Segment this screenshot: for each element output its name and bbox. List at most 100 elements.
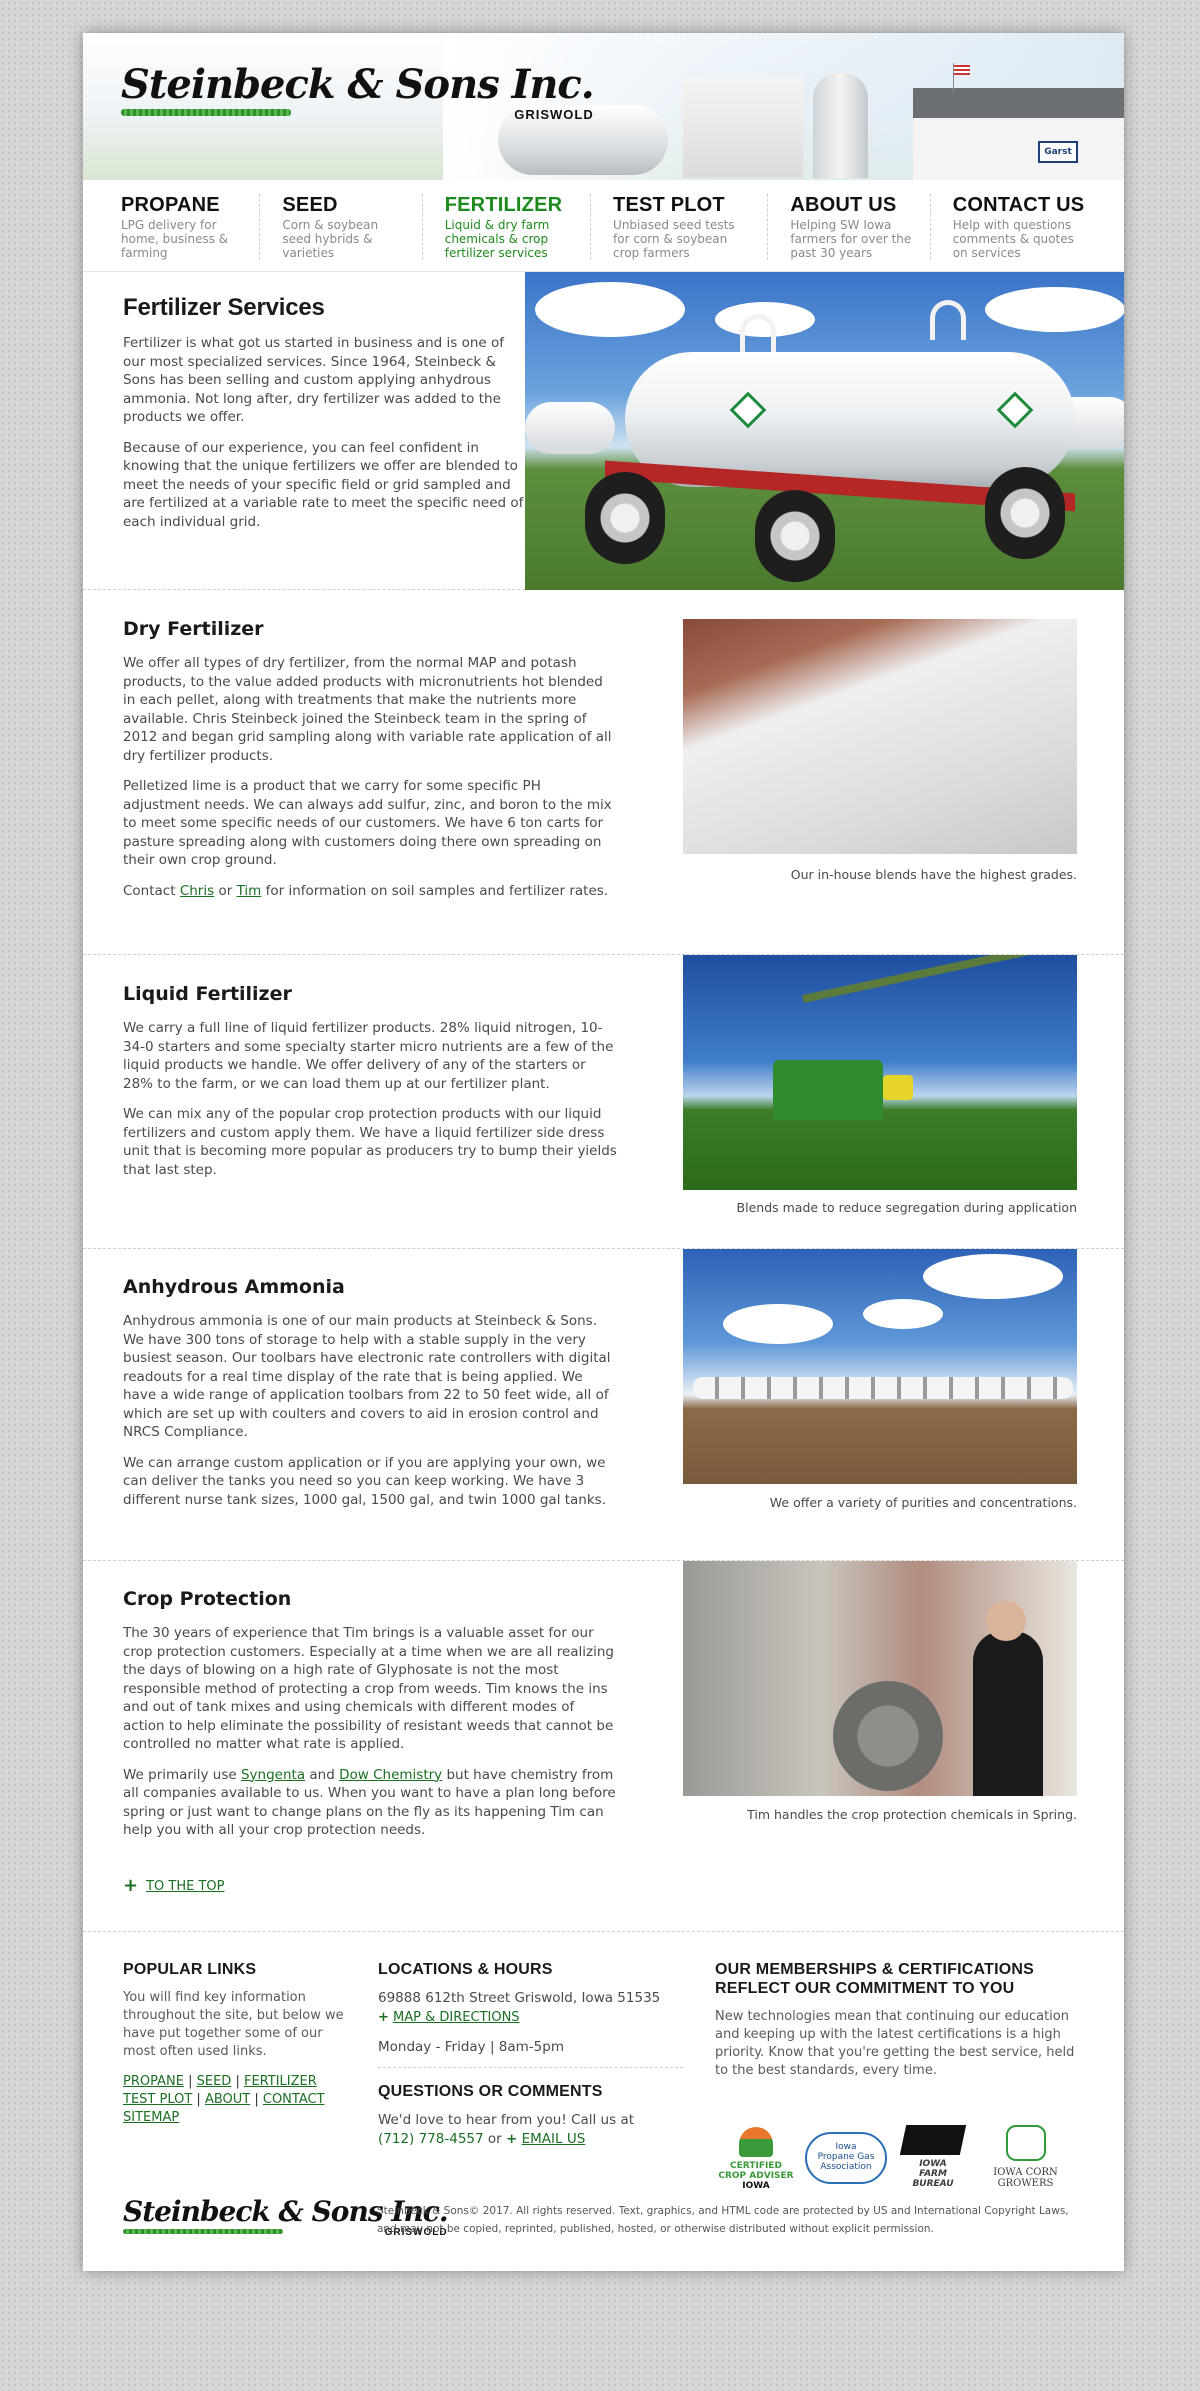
dow-chemistry-link[interactable]: Dow Chemistry	[339, 1767, 442, 1783]
footer-heading: OUR MEMBERSHIPS & CERTIFICATIONS REFLECT…	[715, 1961, 1035, 1997]
photo-caption: Tim handles the crop protection chemical…	[747, 1807, 1077, 1822]
tank-wheel	[755, 490, 835, 582]
text: for information on soil samples and fert…	[265, 882, 609, 899]
nav-desc: Liquid & dry farm chemicals & crop ferti…	[444, 218, 550, 260]
cloud	[863, 1299, 943, 1329]
page-title: Fertilizer Services	[123, 294, 325, 321]
photo-caption: Blends made to reduce segregation during…	[736, 1200, 1077, 1215]
plus-icon: +	[506, 2131, 518, 2147]
equipment-wheel	[833, 1681, 943, 1791]
footer-link-about[interactable]: ABOUT	[205, 2092, 250, 2107]
nav-title: CONTACT US	[952, 194, 1085, 216]
hero-photo-anhydrous-tank	[525, 272, 1124, 590]
footer-link-propane[interactable]: PROPANE	[123, 2074, 184, 2089]
cloud	[923, 1254, 1063, 1299]
section-paragraph: We carry a full line of liquid fertilize…	[123, 1020, 614, 1092]
hero-section: Fertilizer Services Fertilizer is what g…	[83, 272, 1124, 590]
nav-desc: Corn & soybean seed hybrids & varieties	[282, 218, 379, 260]
hours: Monday - Friday | 8am-5pm	[378, 2039, 564, 2055]
main-nav: PROPANE LPG delivery for home, business …	[83, 180, 1124, 272]
section-text: Dry Fertilizer We offer all types of dry…	[123, 618, 618, 912]
site-footer: POPULAR LINKS You will find key informat…	[83, 1931, 1124, 2271]
nav-title: TEST PLOT	[613, 194, 725, 216]
footer-link-seed[interactable]: SEED	[197, 2074, 232, 2089]
logo-text: IOWA	[919, 2159, 947, 2169]
farm-bureau-icon	[899, 2125, 967, 2155]
map-directions-line: + MAP & DIRECTIONS	[378, 2008, 683, 2027]
photo-caption: Our in-house blends have the highest gra…	[790, 867, 1077, 882]
map-directions-link[interactable]: MAP & DIRECTIONS	[393, 2010, 520, 2025]
nav-fertilizer[interactable]: FERTILIZER Liquid & dry farm chemicals &…	[444, 194, 592, 260]
dry-fertilizer-photo	[683, 619, 1077, 854]
text: We primarily use	[123, 1766, 237, 1783]
to-the-top-label[interactable]: TO THE TOP	[146, 1879, 224, 1894]
footer-link-fertilizer[interactable]: FERTILIZER	[244, 2074, 317, 2089]
questions-text: We'd love to hear from you! Call us at (…	[378, 2111, 683, 2149]
phone-number[interactable]: (712) 778-4557	[378, 2131, 484, 2147]
tank-wheel	[985, 467, 1065, 559]
crop-adviser-icon	[739, 2127, 773, 2157]
site-logo[interactable]: Steinbeck & Sons Inc. GRISWOLD	[121, 61, 595, 122]
ammonia-tanks-photo	[683, 1249, 1077, 1484]
liquid-fertilizer-photo	[683, 955, 1077, 1190]
banner-grain-bin	[813, 73, 868, 178]
cloud	[985, 287, 1124, 332]
contact-line: Contact Chris or Tim for information on …	[123, 882, 618, 901]
sprayer-boom	[802, 955, 1077, 1003]
nav-about-us[interactable]: ABOUT US Helping SW Iowa farmers for ove…	[790, 194, 931, 260]
nav-seed[interactable]: SEED Corn & soybean seed hybrids & varie…	[282, 194, 423, 260]
text: or	[218, 882, 233, 899]
iowa-farm-bureau-logo[interactable]: IOWA FARM BUREAU	[898, 2125, 968, 2189]
to-the-top-link[interactable]: + TO THE TOP	[123, 1875, 224, 1896]
logo-text: Iowa	[835, 2142, 857, 2152]
footer-link-contact[interactable]: CONTACT	[263, 2092, 325, 2107]
logo-text: FARM	[919, 2169, 947, 2179]
section-title: Crop Protection	[123, 1588, 292, 1610]
nav-desc: Unbiased seed tests for corn & soybean c…	[613, 218, 735, 260]
plus-icon: +	[378, 2010, 389, 2025]
footer-text: New technologies mean that continuing ou…	[715, 2009, 1075, 2078]
text: Contact	[123, 882, 176, 899]
photo-caption: We offer a variety of purities and conce…	[769, 1495, 1077, 1510]
far-tank	[525, 402, 615, 454]
hero-text: Fertilizer Services Fertilizer is what g…	[83, 272, 525, 589]
logo-text: CERTIFIED	[730, 2161, 782, 2171]
certified-crop-adviser-logo[interactable]: CERTIFIED CROP ADVISER IOWA	[716, 2127, 796, 2191]
email-us-link[interactable]: EMAIL US	[522, 2131, 586, 2147]
logo-text: IOWA CORN	[993, 2167, 1058, 2178]
footer-link-test-plot[interactable]: TEST PLOT	[123, 2092, 192, 2107]
iowa-propane-gas-association-logo[interactable]: Iowa Propane Gas Association	[805, 2132, 887, 2184]
nav-propane[interactable]: PROPANE LPG delivery for home, business …	[121, 194, 261, 260]
section-title: Dry Fertilizer	[123, 618, 264, 640]
hero-paragraph-1: Fertilizer is what got us started in bus…	[123, 335, 505, 425]
footer-text: You will find key information throughout…	[123, 1990, 344, 2059]
nav-desc: Help with questions comments & quotes on…	[952, 218, 1074, 260]
iowa-corn-growers-logo[interactable]: IOWA CORN GROWERS	[983, 2125, 1068, 2189]
section-anhydrous-ammonia: Anhydrous Ammonia Anhydrous ammonia is o…	[83, 1249, 1124, 1561]
section-paragraph: The 30 years of experience that Tim brin…	[123, 1625, 614, 1752]
site-header: Garst Steinbeck & Sons Inc. GRISWOLD	[83, 33, 1124, 180]
logo-text: CROP ADVISER	[718, 2171, 794, 2181]
corn-icon	[1005, 2125, 1046, 2161]
footer-link-list: PROPANE | SEED | FERTILIZER TEST PLOT | …	[123, 2074, 325, 2125]
nav-test-plot[interactable]: TEST PLOT Unbiased seed tests for corn &…	[613, 194, 769, 260]
footer-heading: POPULAR LINKS	[123, 1961, 257, 1978]
tim-link[interactable]: Tim	[237, 883, 262, 899]
nav-desc: LPG delivery for home, business & farmin…	[121, 218, 229, 260]
logo-location: GRISWOLD	[514, 107, 594, 122]
logo-text: BUREAU	[912, 2179, 954, 2189]
section-text: Crop Protection The 30 years of experien…	[123, 1588, 618, 1852]
nav-contact-us[interactable]: CONTACT US Help with questions comments …	[953, 194, 1102, 260]
banner-office-building	[913, 88, 1124, 180]
section-paragraph: We can arrange custom application or if …	[123, 1454, 607, 1508]
footer-link-sitemap[interactable]: SITEMAP	[123, 2110, 179, 2125]
sprayer-body	[773, 1060, 883, 1120]
tank-handle	[740, 314, 776, 354]
footer-locations: LOCATIONS & HOURS 69888 612th Street Gri…	[378, 1960, 683, 2149]
section-paragraph: Pelletized lime is a product that we car…	[123, 778, 612, 868]
logo-wordmark: Steinbeck & Sons Inc.	[121, 61, 595, 108]
syngenta-link[interactable]: Syngenta	[241, 1767, 305, 1783]
chris-link[interactable]: Chris	[180, 883, 214, 899]
nav-title: ABOUT US	[790, 194, 897, 216]
person-head	[986, 1601, 1026, 1641]
